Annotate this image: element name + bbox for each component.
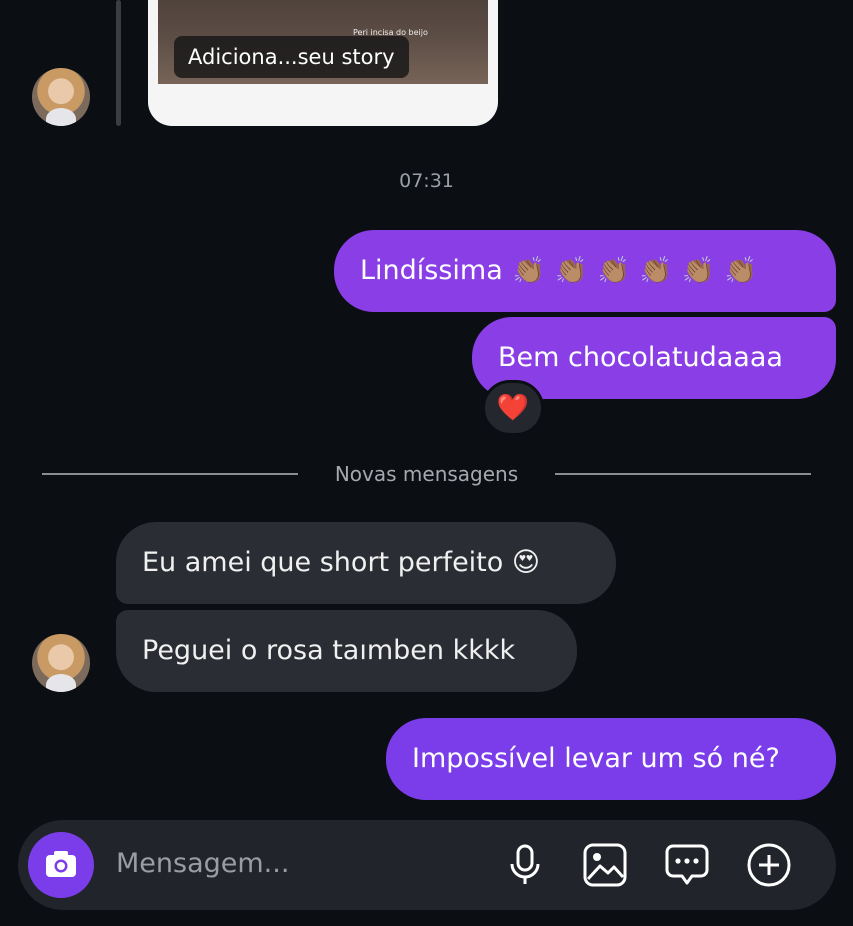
message-composer: Mensagem...: [18, 820, 836, 910]
received-message[interactable]: Eu amei que short perfeito 😍: [116, 522, 616, 604]
gallery-icon[interactable]: [582, 842, 628, 888]
plus-circle-icon[interactable]: [746, 842, 792, 888]
clap-emoji: 👏🏽: [512, 256, 546, 286]
sent-message[interactable]: Lindíssima 👏🏽 👏🏽 👏🏽 👏🏽 👏🏽 👏🏽: [334, 230, 836, 312]
avatar[interactable]: [32, 634, 90, 692]
message-text: Impossível levar um só né?: [412, 743, 780, 774]
camera-icon: [46, 851, 76, 877]
message-text: Bem chocolatudaaaa: [498, 342, 783, 373]
story-preview-card[interactable]: Peri incisa do beijo Adiciona...seu stor…: [148, 0, 498, 126]
message-input[interactable]: Mensagem...: [116, 848, 289, 879]
avatar[interactable]: [32, 68, 90, 126]
divider-line-right: [555, 473, 811, 475]
message-text: Peguei o rosa taımben kkkk: [142, 635, 516, 666]
clap-emoji: 👏🏽: [724, 256, 758, 286]
story-caption: Adiciona...seu story: [174, 36, 409, 78]
story-reply-line: [116, 0, 121, 126]
received-message[interactable]: Peguei o rosa taımben kkkk: [116, 610, 577, 692]
clap-emoji: 👏🏽: [555, 256, 588, 286]
sent-message[interactable]: Impossível levar um só né?: [386, 718, 836, 800]
divider-line-left: [42, 473, 298, 475]
message-timestamp: 07:31: [399, 170, 454, 192]
clap-emoji: 👏🏽: [682, 256, 715, 286]
heart-reaction[interactable]: ❤️: [482, 380, 544, 436]
new-messages-divider: Novas mensagens: [334, 462, 519, 486]
camera-button[interactable]: [28, 832, 94, 898]
clap-emoji: 👏🏽: [639, 256, 673, 286]
message-text: Eu amei que short perfeito 😍: [142, 547, 541, 578]
message-text: Lindíssima: [360, 255, 503, 286]
microphone-icon[interactable]: [502, 842, 548, 888]
clap-emoji: 👏🏽: [597, 256, 630, 286]
sticker-chat-icon[interactable]: [664, 842, 710, 888]
